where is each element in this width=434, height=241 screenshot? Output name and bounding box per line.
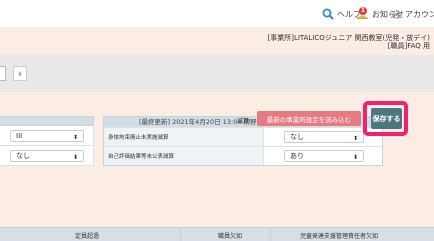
month-picker[interactable] bbox=[0, 66, 6, 81]
account-link[interactable]: アカウント bbox=[391, 7, 434, 21]
office-name: [事業所]LITALICOジュニア 関西教室(児発・放デイ) bbox=[267, 34, 430, 42]
column-divider bbox=[270, 228, 271, 241]
sort-arrows-icon: ⬍ bbox=[72, 134, 78, 141]
save-button[interactable]: 保存する bbox=[371, 108, 402, 129]
header-staff-shortage: 職員欠如 bbox=[218, 233, 243, 240]
account-label: アカウント bbox=[405, 9, 434, 19]
search-icon bbox=[322, 8, 334, 20]
notice-badge: 1 bbox=[359, 7, 367, 15]
top-bar: ヘルプ 1 お知らせ アカウント bbox=[0, 0, 434, 27]
genzan-cell: あり ⬍ bbox=[264, 147, 382, 165]
notice-icon: 1 bbox=[356, 7, 369, 20]
sort-arrows-icon: ⬍ bbox=[352, 154, 358, 161]
office-info: [事業所]LITALICOジュニア 関西教室(児発・放デイ) [職員]FAQ 用 bbox=[267, 34, 430, 50]
table-row: 身体拘束廃止未実施減算 なし ⬍ bbox=[104, 127, 382, 146]
table-row: なし ⬍ bbox=[0, 146, 94, 166]
next-month-button[interactable] bbox=[13, 66, 27, 81]
chevron-right-icon bbox=[18, 70, 22, 77]
last-updated-text: [最終更新] 2021年4月20日 13:04 柳野 惠美 bbox=[139, 118, 272, 126]
header-capacity-excess: 定員超過 bbox=[75, 233, 100, 240]
left-select-1[interactable]: III ⬍ bbox=[10, 130, 84, 142]
column-divider bbox=[180, 228, 181, 241]
left-settings-table: III ⬍ なし ⬍ bbox=[0, 116, 94, 166]
select-value: なし bbox=[16, 152, 30, 160]
genzan-label: 自己評価結果等未公表減算 bbox=[104, 147, 264, 165]
sort-arrows-icon: ⬍ bbox=[72, 154, 78, 161]
genzan-label: 身体拘束廃止未実施減算 bbox=[104, 128, 264, 146]
table-row: 自己評価結果等未公表減算 あり ⬍ bbox=[104, 146, 382, 165]
left-select-2[interactable]: なし ⬍ bbox=[10, 150, 84, 162]
left-table-header bbox=[0, 116, 94, 126]
load-latest-settings-button[interactable]: 最新の事業所設定を読み込む bbox=[257, 111, 361, 126]
self-evaluation-select[interactable]: あり ⬍ bbox=[284, 150, 364, 162]
select-value: なし bbox=[290, 133, 304, 141]
gear-icon bbox=[392, 9, 401, 19]
restraint-select[interactable]: なし ⬍ bbox=[284, 131, 364, 143]
sort-arrows-icon: ⬍ bbox=[352, 135, 358, 142]
table-row: III ⬍ bbox=[0, 126, 94, 146]
header-manager-shortage: 児童発達支援管理責任者欠如 bbox=[300, 233, 379, 240]
select-value: あり bbox=[290, 152, 304, 160]
staff-name: [職員]FAQ 用 bbox=[387, 42, 430, 50]
select-value: III bbox=[16, 132, 23, 140]
bottom-table-header: 定員超過 職員欠如 児童発達支援管理責任者欠如 bbox=[0, 227, 434, 241]
page-header: [事業所]LITALICOジュニア 関西教室(児発・放デイ) [職員]FAQ 用 bbox=[0, 27, 434, 55]
date-toolbar bbox=[0, 55, 434, 92]
